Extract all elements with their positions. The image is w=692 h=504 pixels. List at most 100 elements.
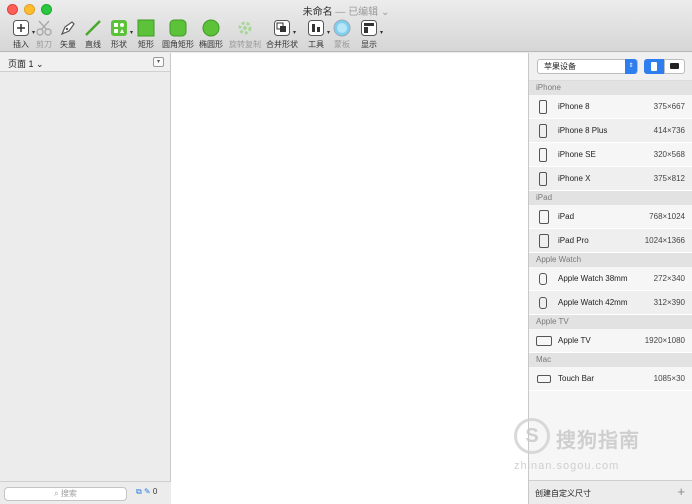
title-chevron-down-icon[interactable]: ⌄: [381, 7, 389, 18]
document-name: 未命名: [302, 7, 333, 18]
line-icon: [84, 19, 102, 37]
device-name: iPad Pro: [558, 236, 589, 245]
group-header-iphone: iPhone: [529, 81, 692, 95]
device-size: 768×1024: [649, 212, 685, 221]
device-name: Apple Watch 38mm: [558, 274, 628, 283]
preset-header: 苹果设备 ⇕: [529, 53, 692, 81]
canvas[interactable]: [171, 53, 528, 504]
window-title: 未命名 — 已编辑 ⌄: [0, 3, 692, 18]
device-row-iphone-8-plus[interactable]: iPhone 8 Plus 414×736: [529, 119, 692, 143]
phone-icon: [539, 124, 547, 138]
device-size: 272×340: [653, 274, 685, 283]
custom-size-footer: 创建自定义尺寸 +: [529, 480, 692, 504]
mask-icon: [333, 19, 351, 37]
window-toolbar: 未命名 — 已编辑 ⌄ ▾ 插入 剪刀 矢量 直线 ▾ 形状 矩形 圆角矩形 椭…: [0, 0, 692, 52]
device-size: 312×390: [653, 298, 685, 307]
device-size: 320×568: [653, 150, 685, 159]
phone-icon: [539, 172, 547, 186]
device-size: 1024×1366: [644, 236, 685, 245]
device-row-ipad[interactable]: iPad 768×1024: [529, 205, 692, 229]
layer-search-input[interactable]: ⌕ 搜索: [4, 487, 127, 501]
search-placeholder: 搜索: [60, 489, 77, 498]
rounded-rectangle-label: 圆角矩形: [162, 40, 194, 49]
rotate-copies-button[interactable]: 旋转复制: [227, 19, 263, 51]
edited-status: 已编辑: [348, 7, 379, 18]
oval-button[interactable]: 椭圆形: [193, 19, 229, 51]
device-name: Apple TV: [558, 336, 591, 345]
device-category-select[interactable]: 苹果设备 ⇕: [537, 59, 638, 74]
layers-panel: 页面 1 ⌄ ▾ ⌕ 搜索 ⧉ ✎ 0: [0, 53, 171, 504]
tv-icon: [536, 336, 552, 346]
edit-filter-icon[interactable]: ✎: [144, 487, 151, 496]
portrait-orientation-button[interactable]: [644, 59, 664, 74]
pages-toggle-icon[interactable]: ▾: [153, 57, 164, 67]
group-header-apple-tv: Apple TV: [529, 315, 692, 329]
phone-icon: [539, 148, 547, 162]
device-row-iphone-x[interactable]: iPhone X 375×812: [529, 167, 692, 191]
watermark-brand: 搜狗指南: [556, 430, 640, 452]
rectangle-button[interactable]: 矩形: [128, 19, 164, 51]
oval-icon: [202, 19, 220, 37]
device-name: Apple Watch 42mm: [558, 298, 628, 307]
view-button[interactable]: ▾ 显示: [351, 19, 387, 51]
device-name: iPhone SE: [558, 150, 596, 159]
combine-shapes-label: 合并形状: [266, 40, 298, 49]
tablet-icon: [539, 234, 549, 248]
search-icon: ⌕: [54, 489, 59, 498]
rounded-rectangle-icon: [169, 19, 187, 37]
view-icon: ▾: [360, 19, 383, 37]
select-arrows-icon: ⇕: [625, 59, 637, 74]
landscape-orientation-button[interactable]: [664, 59, 685, 74]
phone-icon: [539, 100, 547, 114]
title-separator: —: [335, 7, 346, 18]
device-row-apple-tv[interactable]: Apple TV 1920×1080: [529, 329, 692, 353]
chevron-down-icon: ⌄: [36, 59, 44, 69]
touchbar-icon: [537, 375, 551, 383]
device-name: iPhone X: [558, 174, 591, 183]
device-size: 375×667: [653, 102, 685, 111]
device-row-ipad-pro[interactable]: iPad Pro 1024×1366: [529, 229, 692, 253]
oval-label: 椭圆形: [199, 40, 223, 49]
device-row-iphone-se[interactable]: iPhone SE 320×568: [529, 143, 692, 167]
device-row-apple-watch-38mm[interactable]: Apple Watch 38mm 272×340: [529, 267, 692, 291]
layers-footer: ⌕ 搜索 ⧉ ✎ 0: [0, 481, 171, 504]
sogou-logo-icon: S: [514, 418, 550, 454]
tablet-icon: [539, 210, 549, 224]
sogou-watermark: S 搜狗指南 zhinan.sogou.com: [514, 418, 674, 478]
current-page-selector[interactable]: 页面 1 ⌄: [8, 57, 44, 70]
rounded-rectangle-button[interactable]: 圆角矩形: [160, 19, 196, 51]
rectangle-icon: [137, 19, 155, 37]
device-name: iPhone 8: [558, 102, 590, 111]
device-list: iPhone iPhone 8 375×667 iPhone 8 Plus 41…: [529, 81, 692, 391]
shapes-icon: ▾: [110, 19, 133, 37]
create-custom-size-label[interactable]: 创建自定义尺寸: [535, 488, 591, 499]
combine-shapes-icon: ▾: [273, 19, 296, 37]
device-row-touch-bar[interactable]: Touch Bar 1085×30: [529, 367, 692, 391]
device-row-apple-watch-42mm[interactable]: Apple Watch 42mm 312×390: [529, 291, 692, 315]
rectangle-label: 矩形: [138, 40, 154, 49]
device-name: Touch Bar: [558, 374, 595, 383]
group-header-apple-watch: Apple Watch: [529, 253, 692, 267]
add-icon[interactable]: +: [677, 484, 685, 499]
rotate-copies-label: 旋转复制: [229, 40, 261, 49]
pages-header[interactable]: 页面 1 ⌄ ▾: [0, 53, 170, 72]
combine-shapes-button[interactable]: ▾ 合并形状: [264, 19, 300, 51]
current-page-name: 页面 1: [8, 59, 34, 69]
device-row-iphone-8[interactable]: iPhone 8 375×667: [529, 95, 692, 119]
device-category-value: 苹果设备: [544, 62, 576, 71]
device-name: iPad: [558, 212, 575, 221]
watermark-url: zhinan.sogou.com: [514, 460, 620, 472]
tools-icon: ▾: [307, 19, 330, 37]
group-header-ipad: iPad: [529, 191, 692, 205]
watch-icon: [539, 273, 547, 285]
view-label: 显示: [361, 40, 377, 49]
device-size: 414×736: [653, 126, 685, 135]
device-name: iPhone 8 Plus: [558, 126, 608, 135]
group-header-mac: Mac: [529, 353, 692, 367]
device-size: 1085×30: [653, 374, 685, 383]
device-size: 1920×1080: [644, 336, 685, 345]
filter-count: 0: [152, 487, 158, 496]
watch-icon: [539, 297, 547, 309]
artboard-filter-icon[interactable]: ⧉: [136, 487, 142, 496]
rotate-copies-icon: [236, 19, 254, 37]
